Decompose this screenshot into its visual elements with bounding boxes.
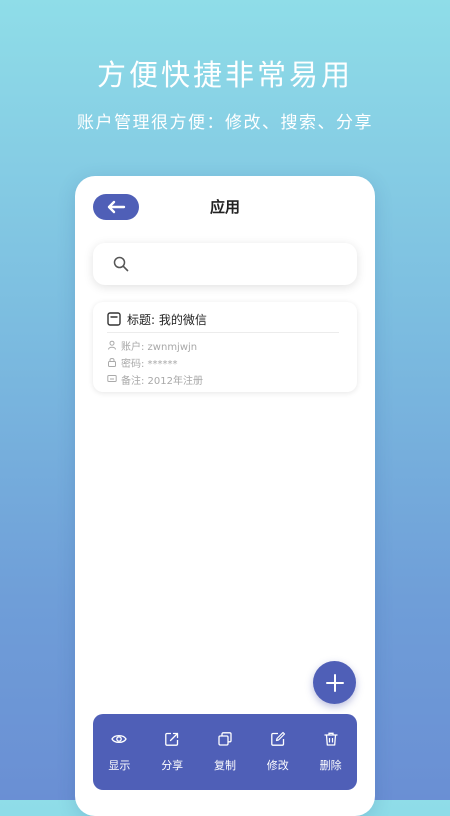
entry-title-row: 标题: 我的微信 (107, 310, 207, 328)
lock-icon (108, 358, 116, 367)
promo-headline: 方便快捷非常易用 (96, 58, 353, 92)
divider (107, 332, 339, 333)
delete-label: 删除 (319, 759, 342, 772)
show-label: 显示 (108, 759, 131, 772)
edit-label: 修改 (266, 759, 289, 772)
entry-password-row: 密码: ****** (107, 355, 178, 370)
copy-button[interactable]: 复制 (201, 731, 249, 773)
entry-note-row: 备注: 2012年注册 (107, 372, 203, 387)
plus-icon (325, 673, 344, 692)
copy-icon (218, 732, 232, 746)
comment-icon (107, 375, 117, 382)
eye-icon (111, 734, 128, 744)
share-button[interactable]: 分享 (148, 731, 196, 773)
entry-title: 标题: 我的微信 (127, 312, 207, 327)
screen-title: 应用 (209, 198, 240, 216)
show-button[interactable]: 显示 (95, 731, 143, 773)
copy-label: 复制 (213, 759, 236, 772)
entry-note: 备注: 2012年注册 (121, 375, 203, 387)
list-item[interactable]: 标题: 我的微信 账户: zwnmjwjn 密码: ****** 备注: 201… (93, 302, 357, 392)
user-icon (108, 340, 116, 350)
entry-account-row: 账户: zwnmjwjn (107, 338, 198, 353)
entry-account: 账户: zwnmjwjn (121, 341, 198, 353)
trash-icon (323, 732, 338, 746)
edit-icon (270, 731, 285, 746)
note-icon (107, 312, 121, 326)
action-toolbar: 显示 分享 复制 修改 删除 (93, 714, 357, 790)
phone-screen: 应用 标题: 我的微信 账户: zwnmjwjn 密码: ****** 备注: … (75, 176, 375, 816)
share-label: 分享 (161, 759, 184, 772)
promo-subline: 账户管理很方便：修改、搜索、分享 (77, 113, 373, 133)
search-box[interactable] (93, 243, 357, 285)
search-icon (113, 256, 129, 272)
edit-button[interactable]: 修改 (254, 731, 302, 773)
search-input[interactable] (139, 253, 343, 277)
add-entry-button[interactable] (313, 661, 356, 704)
entry-password: 密码: ****** (121, 358, 178, 370)
delete-button[interactable]: 删除 (307, 731, 355, 773)
share-icon (165, 732, 179, 746)
